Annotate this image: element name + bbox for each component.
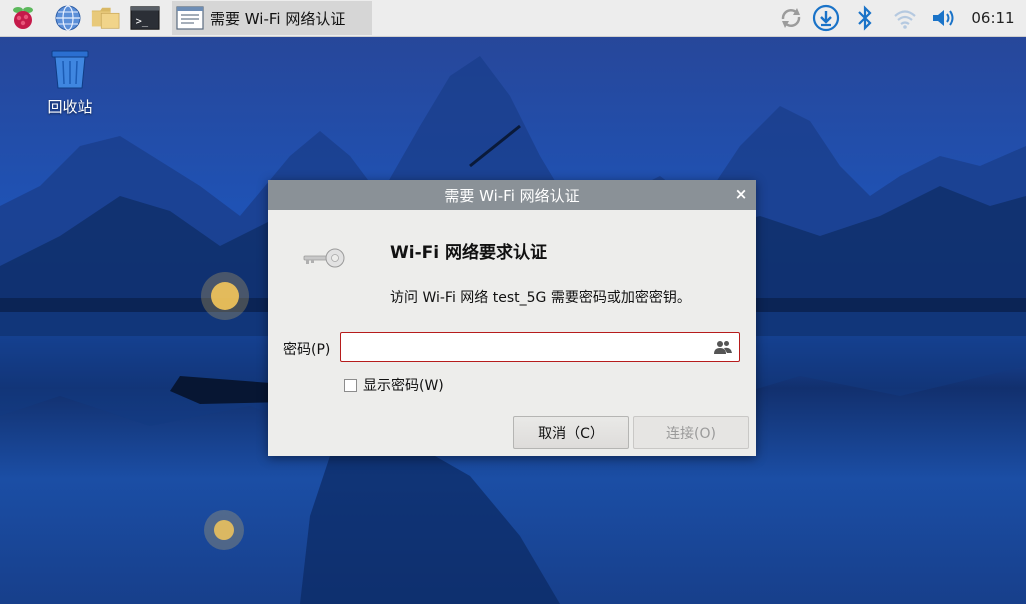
people-icon[interactable]	[714, 339, 732, 355]
download-icon	[812, 4, 840, 32]
taskbar: >_ 需要 Wi-Fi 网络认证 06:11	[0, 0, 1026, 37]
connect-button[interactable]: 连接(O)	[633, 416, 749, 449]
show-password-label: 显示密码(W)	[363, 378, 444, 394]
key-icon	[303, 248, 345, 268]
dialog-description: 访问 Wi-Fi 网络 test_5G 需要密码或加密密钥。	[390, 290, 691, 306]
taskbar-window-label: 需要 Wi-Fi 网络认证	[210, 9, 346, 28]
folder-icon	[91, 7, 120, 29]
dialog-title: 需要 Wi-Fi 网络认证	[444, 186, 580, 205]
raspberry-icon	[13, 7, 33, 29]
show-password-option[interactable]: 显示密码(W)	[344, 375, 444, 395]
wifi-icon	[894, 10, 916, 29]
password-label: 密码(P)	[283, 342, 331, 358]
close-icon[interactable]: ×	[732, 185, 750, 203]
trash-label: 回收站	[47, 98, 93, 116]
password-field[interactable]	[340, 332, 740, 362]
password-input[interactable]	[341, 333, 717, 361]
svg-text:>_: >_	[136, 16, 149, 28]
volume-tray-button[interactable]	[928, 3, 960, 33]
show-password-checkbox[interactable]	[344, 378, 357, 392]
trash-icon	[51, 50, 89, 89]
window-icon	[176, 6, 204, 30]
sync-tray-button[interactable]	[776, 3, 806, 33]
sync-icon	[781, 8, 801, 28]
raspberry-menu-button[interactable]	[8, 3, 38, 33]
volume-icon	[933, 10, 954, 26]
clock[interactable]: 06:11	[968, 0, 1018, 36]
terminal-icon: >_	[130, 6, 160, 30]
dialog-titlebar[interactable]: 需要 Wi-Fi 网络认证 ×	[268, 180, 756, 210]
bluetooth-icon	[858, 5, 872, 31]
dialog-heading: Wi-Fi 网络要求认证	[390, 243, 547, 263]
terminal-button[interactable]: >_	[130, 3, 160, 33]
wifi-auth-dialog: 需要 Wi-Fi 网络认证 × Wi-Fi 网络要求认证 访问 Wi-Fi 网络…	[268, 180, 756, 456]
download-tray-button[interactable]	[810, 3, 842, 33]
web-browser-button[interactable]	[53, 3, 83, 33]
file-manager-button[interactable]	[90, 3, 120, 33]
desktop-trash[interactable]: 回收站	[40, 48, 100, 117]
wifi-tray-button[interactable]	[890, 3, 920, 33]
bluetooth-tray-button[interactable]	[852, 3, 878, 33]
cancel-button[interactable]: 取消（C）	[513, 416, 629, 449]
taskbar-window-wifi-auth[interactable]: 需要 Wi-Fi 网络认证	[172, 1, 372, 35]
globe-icon	[55, 5, 81, 31]
